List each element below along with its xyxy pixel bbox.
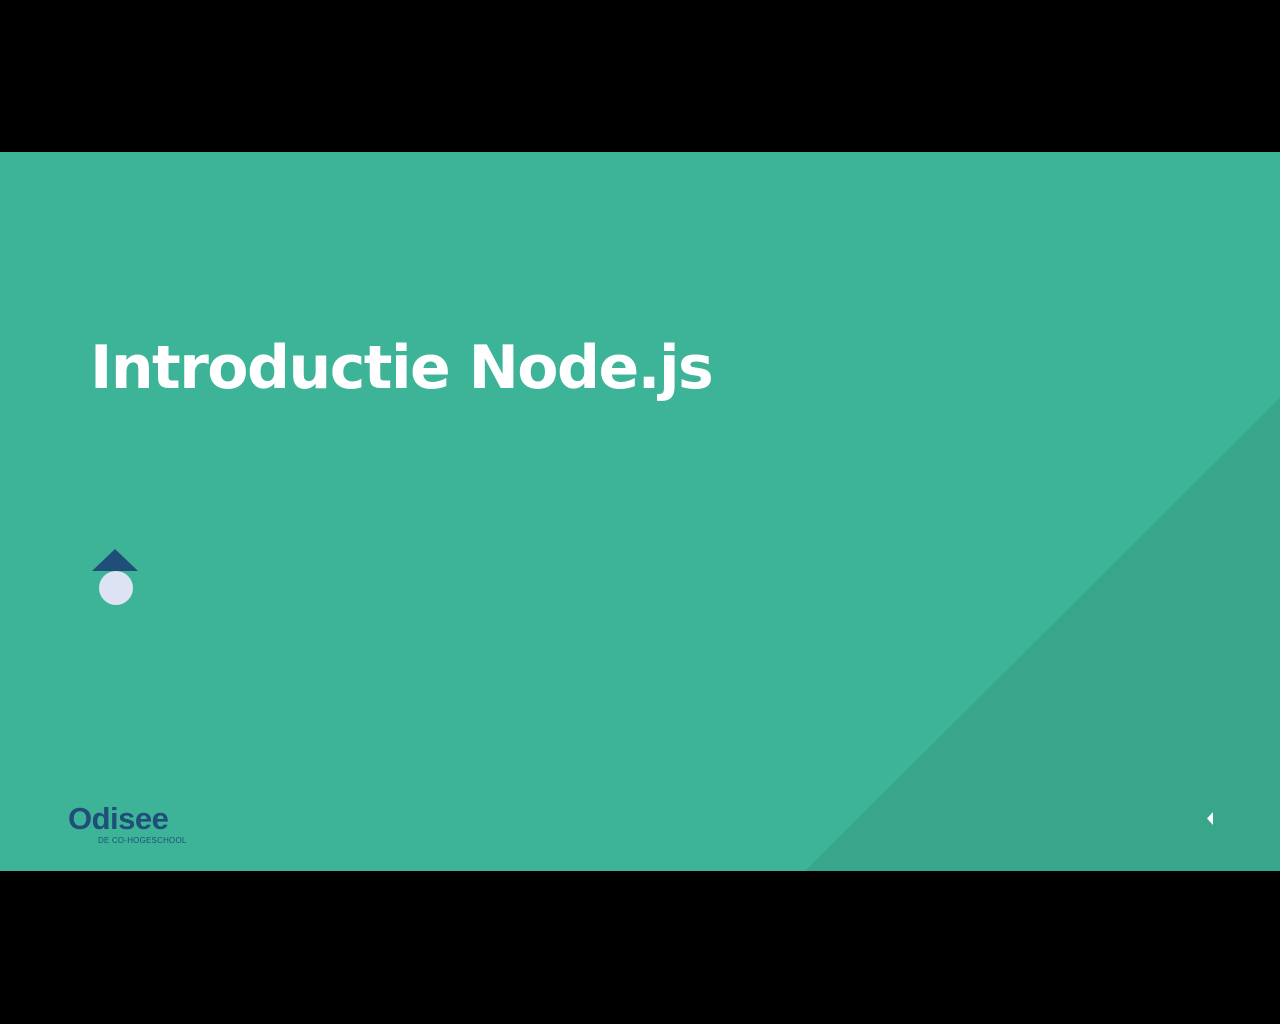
mark-circle [99,571,133,605]
caret-left-icon [1207,812,1213,825]
logo-tagline: DE CO-HOGESCHOOL [98,836,187,845]
presentation-screen: Introductie Node.js Odisee DE CO-HOGESCH… [0,0,1280,1024]
logo-wordmark: Odisee [68,801,169,836]
slide-title: Introductie Node.js [90,333,714,403]
decorative-mark-icon [92,549,138,605]
slide-background [0,152,1280,871]
odisee-logo: Odisee DE CO-HOGESCHOOL [68,800,198,848]
previous-slide-button[interactable] [1200,808,1222,830]
mark-triangle [92,549,138,571]
title-slide[interactable]: Introductie Node.js Odisee DE CO-HOGESCH… [0,152,1280,871]
